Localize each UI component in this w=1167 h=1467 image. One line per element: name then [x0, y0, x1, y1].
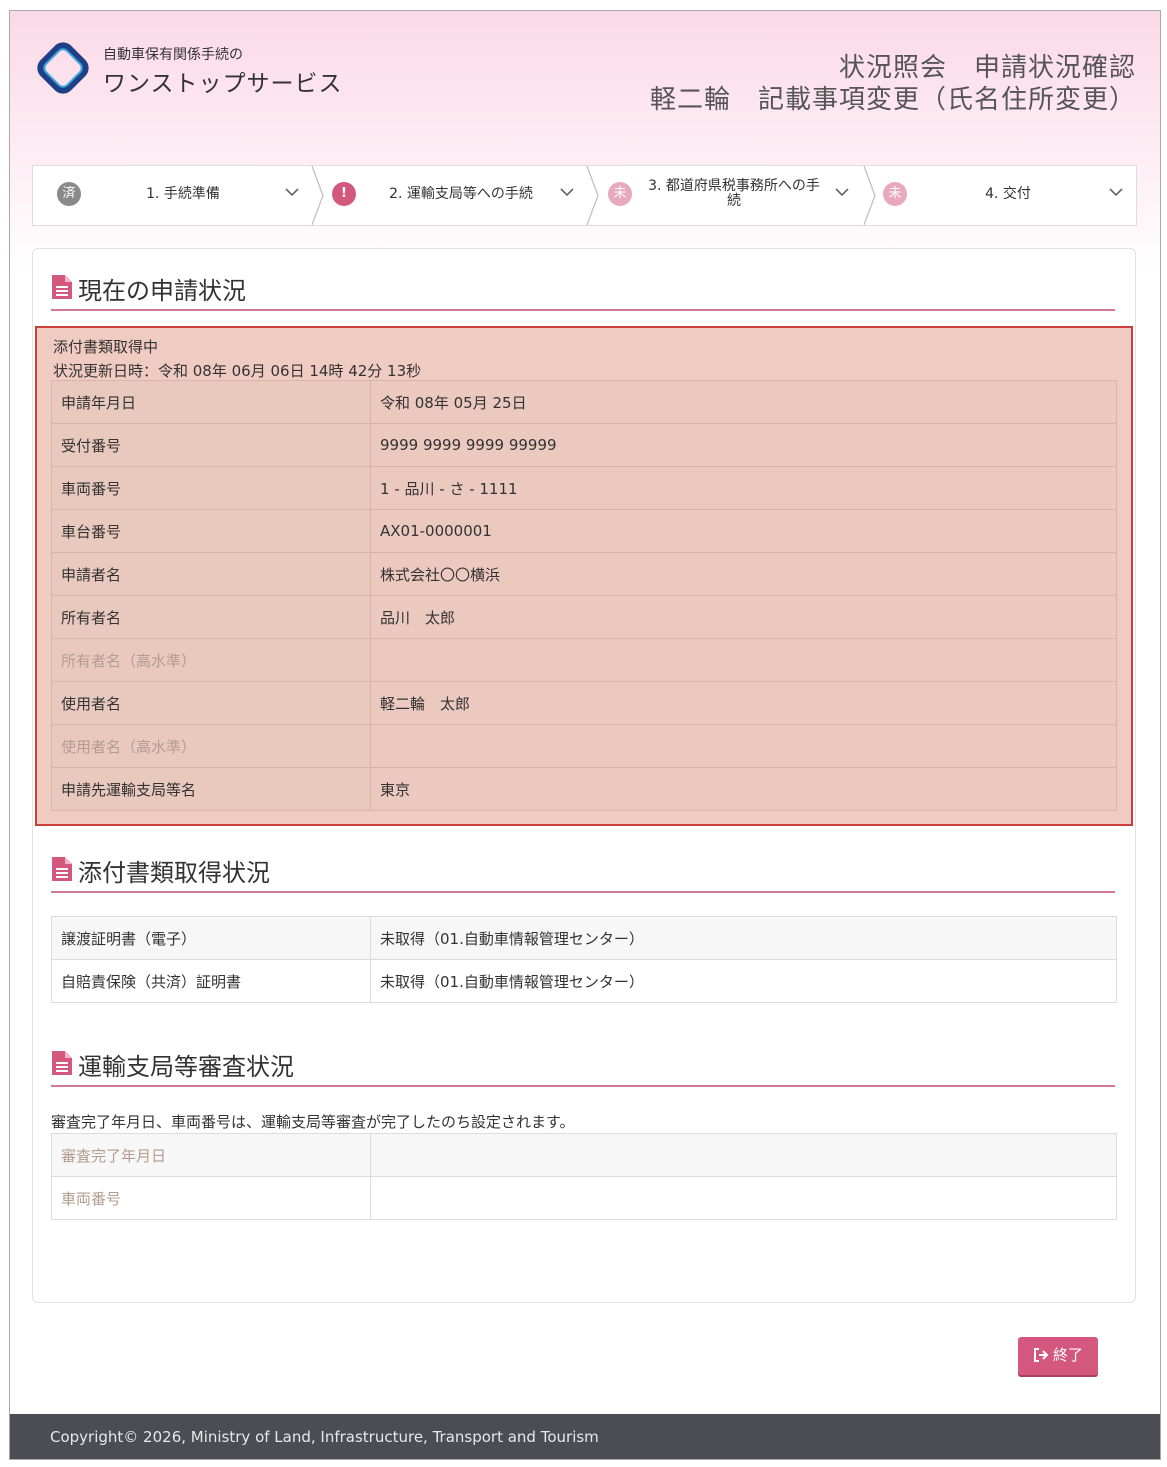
row-value — [370, 1176, 1117, 1220]
step-divider — [863, 166, 876, 225]
table-row: 審査完了年月日 — [51, 1133, 1117, 1177]
attachments-table: 譲渡証明書（電子） 未取得（01.自動車情報管理センター） 自賠責保険（共済）証明… — [51, 916, 1117, 1003]
row-key: 申請先運輸支局等名 — [51, 767, 371, 811]
table-row: 譲渡証明書（電子） 未取得（01.自動車情報管理センター） — [51, 916, 1117, 960]
table-row: 受付番号 9999 9999 9999 99999 — [51, 423, 1117, 467]
document-icon — [52, 275, 72, 299]
copyright-text: Copyright© 2026, Ministry of Land, Infra… — [50, 1428, 599, 1446]
row-key: 使用者名 — [51, 681, 371, 725]
row-value: 未取得（01.自動車情報管理センター） — [370, 959, 1117, 1003]
table-row: 使用者名（高水準） — [51, 724, 1117, 768]
logo-title: ワンストップサービス — [103, 71, 343, 97]
row-key: 譲渡証明書（電子） — [51, 916, 371, 960]
document-icon — [52, 857, 72, 881]
chevron-down-icon — [835, 188, 849, 197]
row-key: 車両番号 — [51, 1176, 371, 1220]
row-key: 所有者名（高水準） — [51, 638, 371, 682]
row-value — [370, 724, 1117, 768]
row-value: AX01-0000001 — [370, 509, 1117, 553]
row-key: 審査完了年月日 — [51, 1133, 371, 1177]
table-row: 申請者名 株式会社〇〇横浜 — [51, 552, 1117, 596]
chevron-down-icon — [285, 188, 299, 197]
logo-icon — [37, 42, 89, 94]
table-row: 所有者名（高水準） — [51, 638, 1117, 682]
section-title: 現在の申請状況 — [78, 277, 246, 305]
row-key: 申請者名 — [51, 552, 371, 596]
row-key: 申請年月日 — [51, 380, 371, 424]
table-row: 車両番号 — [51, 1176, 1117, 1220]
step-4[interactable]: 未 4. 交付 — [883, 166, 1136, 225]
section-divider — [51, 309, 1115, 311]
row-value: 9999 9999 9999 99999 — [370, 423, 1117, 467]
row-value: 品川 太郎 — [370, 595, 1117, 639]
chevron-down-icon — [560, 188, 574, 197]
logo-subtitle: 自動車保有関係手続の — [103, 47, 243, 63]
document-icon — [52, 1051, 72, 1075]
table-row: 自賠責保険（共済）証明書 未取得（01.自動車情報管理センター） — [51, 959, 1117, 1003]
pending-badge-icon: 未 — [883, 182, 907, 206]
table-row: 車台番号 AX01-0000001 — [51, 509, 1117, 553]
step-label: 2. 運輸支局等への手続 — [389, 186, 533, 202]
progress-steps: 済 1. 手続準備 ! 2. 運輸支局等への手続 未 3. 都道府県税事務所への… — [32, 165, 1137, 226]
row-key: 車台番号 — [51, 509, 371, 553]
footer: Copyright© 2026, Ministry of Land, Infra… — [10, 1414, 1160, 1459]
current-status-box: 添付書類取得中 状況更新日時：令和 08年 06月 06日 14時 42分 13… — [35, 326, 1133, 826]
current-status-table: 申請年月日 令和 08年 05月 25日 受付番号 9999 9999 9999 9… — [51, 380, 1117, 811]
table-row: 所有者名 品川 太郎 — [51, 595, 1117, 639]
section-divider — [51, 1085, 1115, 1087]
section-title: 運輸支局等審査状況 — [78, 1053, 294, 1081]
sign-out-icon — [1033, 1348, 1049, 1362]
row-key: 受付番号 — [51, 423, 371, 467]
review-note: 審査完了年月日、車両番号は、運輸支局等審査が完了したのち設定されます。 — [51, 1113, 575, 1131]
row-key: 使用者名（高水準） — [51, 724, 371, 768]
step-label: 3. 都道府県税事務所への手続 — [648, 178, 820, 209]
chevron-down-icon — [1109, 188, 1123, 197]
status-text: 添付書類取得中 — [53, 338, 159, 356]
app-window: 自動車保有関係手続の ワンストップサービス 状況照会 申請状況確認 軽二輪 記載… — [9, 10, 1161, 1460]
step-divider — [586, 166, 599, 225]
main-panel: 現在の申請状況 添付書類取得中 状況更新日時：令和 08年 06月 06日 14… — [32, 248, 1136, 1303]
end-button-label: 終了 — [1052, 1346, 1083, 1364]
step-3[interactable]: 未 3. 都道府県税事務所への手続 — [606, 166, 876, 225]
step-label: 4. 交付 — [985, 186, 1031, 202]
step-label: 1. 手続準備 — [146, 186, 220, 202]
completed-badge-icon: 済 — [57, 182, 81, 206]
pending-badge-icon: 未 — [608, 182, 632, 206]
section-divider — [51, 891, 1115, 893]
table-row: 申請先運輸支局等名 東京 — [51, 767, 1117, 811]
page-subtitle: 軽二輪 記載事項変更（氏名住所変更） — [649, 85, 1136, 115]
status-updated: 状況更新日時：令和 08年 06月 06日 14時 42分 13秒 — [53, 362, 422, 380]
row-value: 東京 — [370, 767, 1117, 811]
row-value: 令和 08年 05月 25日 — [370, 380, 1117, 424]
row-key: 所有者名 — [51, 595, 371, 639]
row-value: 1 - 品川 - さ - 1111 — [370, 466, 1117, 510]
row-key: 車両番号 — [51, 466, 371, 510]
row-value: 未取得（01.自動車情報管理センター） — [370, 916, 1117, 960]
table-row: 申請年月日 令和 08年 05月 25日 — [51, 380, 1117, 424]
table-row: 車両番号 1 - 品川 - さ - 1111 — [51, 466, 1117, 510]
row-value: 軽二輪 太郎 — [370, 681, 1117, 725]
review-table: 審査完了年月日 車両番号 — [51, 1133, 1117, 1220]
step-divider — [311, 166, 324, 225]
row-key: 自賠責保険（共済）証明書 — [51, 959, 371, 1003]
row-value — [370, 638, 1117, 682]
step-1[interactable]: 済 1. 手続準備 — [33, 166, 324, 225]
step-2[interactable]: ! 2. 運輸支局等への手続 — [331, 166, 599, 225]
table-row: 使用者名 軽二輪 太郎 — [51, 681, 1117, 725]
section-title: 添付書類取得状況 — [78, 859, 270, 887]
end-button[interactable]: 終了 — [1018, 1337, 1098, 1375]
row-value: 株式会社〇〇横浜 — [370, 552, 1117, 596]
row-value — [370, 1133, 1117, 1177]
alert-icon: ! — [332, 182, 356, 206]
